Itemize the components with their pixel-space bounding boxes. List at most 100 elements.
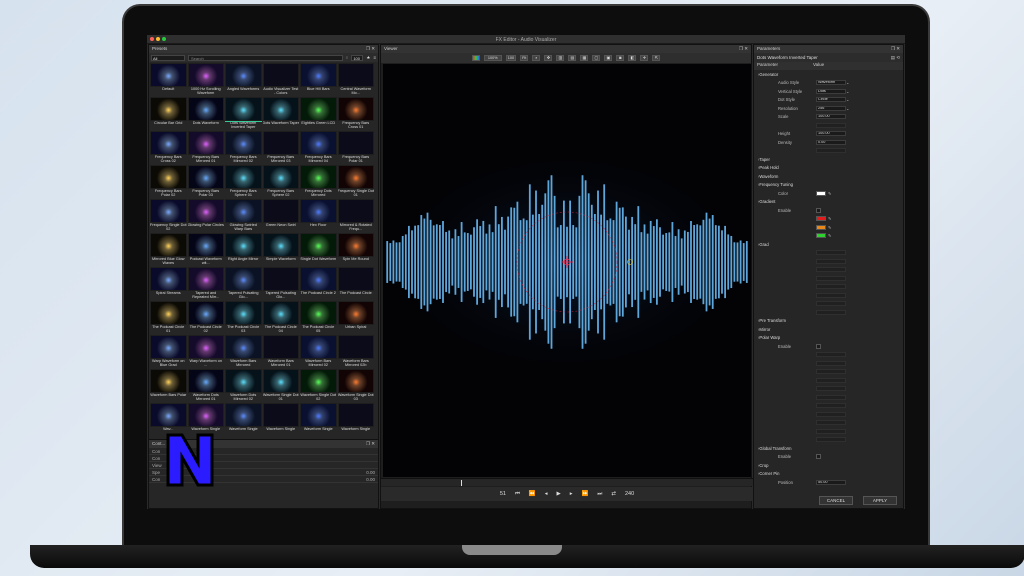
preset-item[interactable]: The Podcast Circle bbox=[337, 267, 374, 300]
parameter-group[interactable]: › Generator bbox=[754, 70, 903, 79]
star-icon[interactable]: ★ bbox=[366, 55, 370, 61]
preset-item[interactable]: The Podcast Circle 05 bbox=[300, 301, 337, 334]
parameter-group[interactable]: › Crop bbox=[754, 461, 903, 470]
overlay-icon[interactable]: ◧ bbox=[628, 55, 637, 61]
color-swatch[interactable] bbox=[816, 233, 826, 239]
preset-item[interactable]: Dots Waveform bbox=[187, 97, 224, 130]
preset-item[interactable]: Waveform Single bbox=[225, 403, 262, 436]
preset-item[interactable]: Right Angle Mirror bbox=[225, 233, 262, 266]
parameter-row[interactable] bbox=[754, 427, 903, 436]
parameter-row[interactable] bbox=[754, 385, 903, 394]
preset-item[interactable]: Frequency Dots Mirrored bbox=[300, 165, 337, 198]
chevron-down-icon[interactable]: ⌄ bbox=[846, 106, 850, 111]
preset-item[interactable]: Eighties Green LCD bbox=[300, 97, 337, 130]
parameter-value[interactable] bbox=[816, 386, 846, 392]
preset-item[interactable]: Frequency Single Dot 02 bbox=[150, 199, 187, 232]
parameter-row[interactable] bbox=[754, 376, 903, 385]
panel-close-icon[interactable]: ❐ ✕ bbox=[366, 46, 375, 52]
parameter-group[interactable]: › Taper bbox=[754, 155, 903, 164]
pan-icon[interactable]: ✥ bbox=[544, 55, 553, 61]
preset-item[interactable]: Tapered Pulsating Glo... bbox=[262, 267, 299, 300]
parameter-row[interactable]: Resolution 256 ⌄ bbox=[754, 104, 903, 113]
parameter-value[interactable] bbox=[816, 403, 846, 409]
preset-item[interactable]: The Podcast Circle 02 bbox=[187, 301, 224, 334]
preset-item[interactable]: Frequency Bars Mirrored 01 bbox=[187, 131, 224, 164]
safe-area-icon[interactable]: ▢ bbox=[592, 55, 601, 61]
preset-item[interactable]: Waveform Dots Mirrored 02 bbox=[225, 369, 262, 402]
grid-icon[interactable]: ▦ bbox=[580, 55, 589, 61]
preset-item[interactable]: Central Waveform Mo... bbox=[337, 63, 374, 96]
zoom-select[interactable]: 100% bbox=[483, 55, 502, 61]
transform-handle-icon[interactable]: ✛ bbox=[640, 55, 649, 61]
control-value[interactable]: 0.00 bbox=[366, 477, 375, 482]
preset-item[interactable]: Frequency Bars Mirrored 04 bbox=[300, 131, 337, 164]
preset-item[interactable]: Frequency Bars Cross 02 bbox=[150, 131, 187, 164]
panel-close-icon[interactable]: ❐ ✕ bbox=[891, 46, 900, 52]
color-swatch[interactable] bbox=[816, 224, 826, 230]
parameter-row[interactable]: Density 0.00 bbox=[754, 138, 903, 147]
parameter-value[interactable] bbox=[816, 292, 846, 298]
parameter-select[interactable]: Dots bbox=[816, 88, 846, 94]
control-value[interactable]: 0.00 bbox=[366, 470, 375, 475]
preset-item[interactable]: Waveform Single Dot 01 bbox=[262, 369, 299, 402]
step-forward-icon[interactable]: ⏩ bbox=[582, 491, 589, 497]
play-icon[interactable]: ▶ bbox=[557, 491, 561, 497]
save-preset-icon[interactable]: ▤ ⟲ bbox=[891, 55, 900, 61]
next-frame-icon[interactable]: ▸ bbox=[570, 491, 573, 497]
parameter-value[interactable] bbox=[816, 411, 846, 417]
preset-item[interactable]: Simple Waveform bbox=[262, 233, 299, 266]
preset-item[interactable]: Blue Hill Bars bbox=[300, 63, 337, 96]
parameter-row[interactable]: Enable bbox=[754, 342, 903, 351]
preset-item[interactable]: Waveform Dots Mirrored 01 bbox=[187, 369, 224, 402]
compare-icon[interactable]: ▤ bbox=[568, 55, 577, 61]
parameter-group[interactable]: › Corner Pin bbox=[754, 470, 903, 479]
enable-checkbox[interactable] bbox=[816, 343, 821, 349]
preset-item[interactable]: Frequency Bars Polar 02 bbox=[150, 165, 187, 198]
parameter-value[interactable]: 100.00 bbox=[816, 131, 846, 137]
preset-item[interactable]: Glowing Polar Circles bbox=[187, 199, 224, 232]
preset-item[interactable]: Single Dot Waveform bbox=[300, 233, 337, 266]
preset-item[interactable]: Mirrored & Rotated Frequ... bbox=[337, 199, 374, 232]
image-icon[interactable]: ▣ bbox=[604, 55, 613, 61]
eyedropper-icon[interactable]: ✎ bbox=[828, 216, 832, 221]
preset-item[interactable]: Warp Waveform on ... bbox=[187, 335, 224, 368]
preset-item[interactable]: Waveform Bars Mirrored 01 bbox=[262, 335, 299, 368]
search-input[interactable]: Search bbox=[188, 54, 343, 61]
parameter-group[interactable]: › Global Transform bbox=[754, 444, 903, 453]
parameter-value[interactable] bbox=[816, 250, 846, 256]
parameter-value[interactable] bbox=[816, 258, 846, 264]
parameter-row[interactable]: ✎ bbox=[754, 232, 903, 241]
go-end-icon[interactable]: ⏭ bbox=[597, 491, 602, 498]
preset-item[interactable]: Waveform Single bbox=[337, 403, 374, 436]
parameter-row[interactable]: Vertical Style Dots ⌄ bbox=[754, 87, 903, 96]
parameter-value[interactable] bbox=[816, 122, 846, 128]
parameter-row[interactable]: Enable bbox=[754, 453, 903, 462]
parameter-row[interactable] bbox=[754, 351, 903, 360]
parameter-value[interactable] bbox=[816, 369, 846, 375]
parameter-row[interactable] bbox=[754, 274, 903, 283]
preset-item[interactable]: Glowing Swirled Warp Bars bbox=[225, 199, 262, 232]
color-swatch[interactable] bbox=[816, 216, 826, 222]
parameter-group[interactable]: › Grad bbox=[754, 240, 903, 249]
preset-item[interactable]: Frequency Bars Sphere 01 bbox=[225, 165, 262, 198]
parameter-value[interactable] bbox=[816, 360, 846, 366]
parameter-row[interactable]: ✎ bbox=[754, 215, 903, 224]
parameter-row[interactable] bbox=[754, 147, 903, 156]
panel-close-icon[interactable]: ❐ ✕ bbox=[366, 441, 375, 447]
step-back-icon[interactable]: ⏪ bbox=[529, 491, 536, 497]
preset-count[interactable]: 100 bbox=[351, 54, 364, 61]
camera-icon[interactable]: ◙ bbox=[616, 55, 625, 61]
loop-icon[interactable]: ⇄ bbox=[611, 491, 616, 497]
preset-item[interactable]: Default bbox=[150, 63, 187, 96]
zoom-100-button[interactable]: 100 bbox=[505, 55, 517, 61]
menu-icon[interactable]: ≡ bbox=[373, 55, 376, 60]
parameter-value[interactable]: 50.00 bbox=[816, 479, 846, 485]
parameter-group[interactable]: › Pre Transform bbox=[754, 317, 903, 326]
color-swatch[interactable] bbox=[816, 190, 826, 196]
parameter-group[interactable]: › Waveform bbox=[754, 172, 903, 181]
parameter-row[interactable]: Audio Style Waveform ⌄ bbox=[754, 79, 903, 88]
split-view-icon[interactable]: ▥ bbox=[556, 55, 565, 61]
preset-item[interactable]: Circular Bar Grid bbox=[150, 97, 187, 130]
preset-item[interactable]: Waveform Bars Mirrored 02 bbox=[300, 335, 337, 368]
apply-button[interactable]: APPLY bbox=[863, 496, 897, 505]
